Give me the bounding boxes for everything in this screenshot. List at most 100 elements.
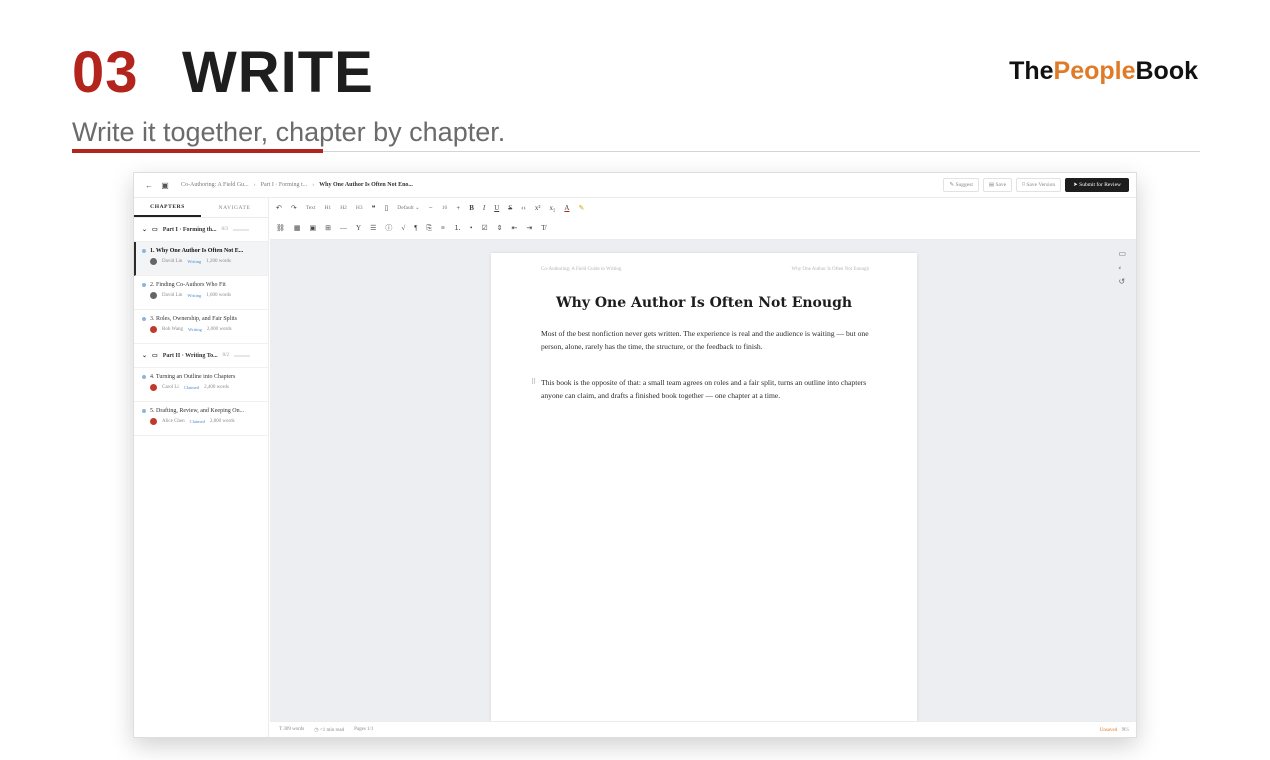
italic-icon[interactable]: I [483, 204, 485, 212]
document-title[interactable]: Why One Author Is Often Not Enough [491, 295, 917, 311]
chevron-down-icon[interactable]: ⌄ [142, 352, 147, 359]
document-page[interactable]: Co-Authoring: A Field Guide to Writing W… [491, 253, 917, 723]
list-item[interactable]: 5. Drafting, Review, and Keeping On... A… [134, 402, 268, 436]
heading2-button[interactable]: H2 [340, 205, 347, 211]
chevron-down-icon[interactable]: ⌄ [142, 226, 147, 233]
bold-icon[interactable]: B [469, 204, 474, 212]
chapter-words: 1,200 words [206, 259, 231, 264]
list-item[interactable]: 1. Why One Author Is Often Not E... Davi… [134, 242, 268, 276]
status-dot-icon [142, 409, 146, 413]
highlight-icon[interactable]: ✎ [578, 204, 584, 212]
chapter-author: Bob Wang [162, 327, 184, 332]
paragraph[interactable]: This book is the opposite of that: a sma… [541, 376, 869, 402]
heading1-button[interactable]: H1 [324, 205, 331, 211]
clear-format-icon[interactable]: T̸ [541, 224, 545, 232]
part-count: 0/3 [221, 227, 228, 232]
quote-icon[interactable]: ❝ [372, 204, 376, 212]
slide-number: 03 [72, 40, 139, 105]
indent-icon[interactable]: ⇥ [526, 224, 532, 232]
subscript-icon[interactable]: x₂ [549, 204, 555, 212]
media-icon[interactable]: ▣ [310, 224, 317, 232]
part-row[interactable]: ⌄ ▭ Part I · Forming th... 0/3 [134, 218, 268, 242]
suggest-button[interactable]: ✎ Suggest [943, 178, 979, 192]
document-icon[interactable]: ▯ [384, 204, 388, 212]
heading3-button[interactable]: H3 [356, 205, 363, 211]
editor-window: ← ▣ Co-Authoring: A Field Gu... › Part I… [133, 172, 1137, 738]
brand-logo: ThePeopleBook [1009, 57, 1198, 85]
tab-navigate[interactable]: NAVIGATE [201, 198, 268, 217]
undo-icon[interactable]: ↶ [276, 204, 282, 212]
formula-icon[interactable]: √ [401, 224, 405, 232]
running-header-left: Co-Authoring: A Field Guide to Writing [541, 267, 622, 272]
align-left-icon[interactable]: ≡ [441, 224, 445, 232]
folder-icon: ▭ [152, 227, 158, 233]
chapter-author: Carol Li [162, 385, 179, 390]
link-icon[interactable]: ⛓ [276, 224, 285, 232]
status-dot-icon [142, 317, 146, 321]
bullet-list-icon[interactable]: • [470, 224, 472, 232]
word-count: T 309 words [279, 727, 305, 732]
strikethrough-icon[interactable]: S [508, 204, 512, 212]
chapter-words: 2,000 words [206, 327, 232, 332]
info-icon[interactable]: ⓘ [385, 223, 392, 233]
font-size-increase-icon[interactable]: + [456, 204, 460, 212]
footprints-icon[interactable]: ⸗ [1118, 263, 1126, 272]
checklist-icon[interactable]: ☑ [481, 224, 487, 232]
slide-title: WRITE [182, 40, 374, 105]
superscript-icon[interactable]: x² [535, 204, 541, 212]
chapter-words: 2,800 words [209, 419, 235, 424]
breadcrumb-book[interactable]: Co-Authoring: A Field Gu... [181, 182, 249, 188]
avatar [150, 292, 157, 299]
redo-icon[interactable]: ↷ [291, 204, 297, 212]
part-progress-bar [232, 228, 249, 231]
avatar [150, 326, 157, 333]
breadcrumb-separator-icon: › [253, 182, 256, 188]
drag-handle-icon[interactable]: ⠿ [531, 378, 536, 386]
list-indent-icon[interactable]: ☰ [370, 224, 376, 232]
chapter-title: 1. Why One Author Is Often Not E... [150, 248, 244, 254]
chapters-sidebar: CHAPTERS NAVIGATE ⌄ ▭ Part I · Forming t… [134, 198, 269, 737]
comment-icon[interactable]: ▭ [1118, 249, 1126, 258]
outdent-icon[interactable]: ⇤ [512, 224, 518, 232]
read-time: ◷ <1 min read [314, 727, 345, 733]
status-badge: Claimed [189, 419, 205, 424]
divider-icon[interactable]: — [340, 224, 347, 232]
breadcrumb-part[interactable]: Part I · Forming t... [261, 182, 308, 188]
line-height-icon[interactable]: ⇕ [497, 224, 503, 232]
text-style-button[interactable]: Text [306, 205, 316, 211]
history-icon[interactable]: ↺ [1118, 277, 1126, 286]
image-icon[interactable]: ▦ [294, 224, 301, 232]
ordered-list-icon[interactable]: ⒈ [454, 223, 461, 233]
list-item[interactable]: 4. Turning an Outline into Chapters Caro… [134, 368, 268, 402]
submit-for-review-button[interactable]: ➤ Submit for Review [1065, 178, 1129, 192]
save-version-button[interactable]: ⌑ Save Version [1016, 178, 1062, 192]
save-button[interactable]: ▤ Save [982, 178, 1013, 192]
status-bar: T 309 words ◷ <1 min read Pages 1/1 Unsa… [270, 721, 1136, 737]
list-item[interactable]: 3. Roles, Ownership, and Fair Splits Bob… [134, 310, 268, 344]
branch-icon[interactable]: Y [356, 224, 361, 232]
table-icon[interactable]: ⊞ [325, 224, 331, 232]
chapter-author: Alice Chen [162, 419, 185, 424]
paragraph[interactable]: Most of the best nonfiction never gets w… [541, 327, 869, 353]
text-color-icon[interactable]: A [564, 204, 569, 212]
part-row[interactable]: ⌄ ▭ Part II · Writing To... 0/2 [134, 344, 268, 368]
footnote-icon[interactable]: ¶ [414, 224, 417, 232]
back-arrow-icon[interactable]: ← [143, 179, 155, 191]
slide-subtitle: Write it together, chapter by chapter. [72, 117, 506, 147]
status-badge: Writing [187, 259, 202, 264]
tab-chapters[interactable]: CHAPTERS [134, 198, 201, 217]
side-panel-icons: ▭ ⸗ ↺ [1118, 249, 1126, 286]
folder-icon: ▭ [152, 353, 158, 359]
status-dot-icon [142, 375, 146, 379]
font-size-input[interactable]: 16 [442, 205, 448, 211]
page-count: Pages 1/1 [354, 727, 374, 732]
file-icon[interactable]: ⎘ [426, 224, 432, 233]
sidebar-toggle-icon[interactable]: ▣ [159, 179, 171, 191]
chapter-title: 3. Roles, Ownership, and Fair Splits [150, 316, 237, 322]
list-item[interactable]: 2. Finding Co-Authors Who Fit David Lin W… [134, 276, 268, 310]
font-size-decrease-icon[interactable]: − [429, 204, 433, 212]
underline-icon[interactable]: U [494, 204, 499, 212]
save-state: Unsaved ⌘S [1099, 727, 1129, 733]
code-icon[interactable]: ‹› [521, 204, 526, 212]
font-select[interactable]: Default ⌄ [397, 205, 419, 211]
